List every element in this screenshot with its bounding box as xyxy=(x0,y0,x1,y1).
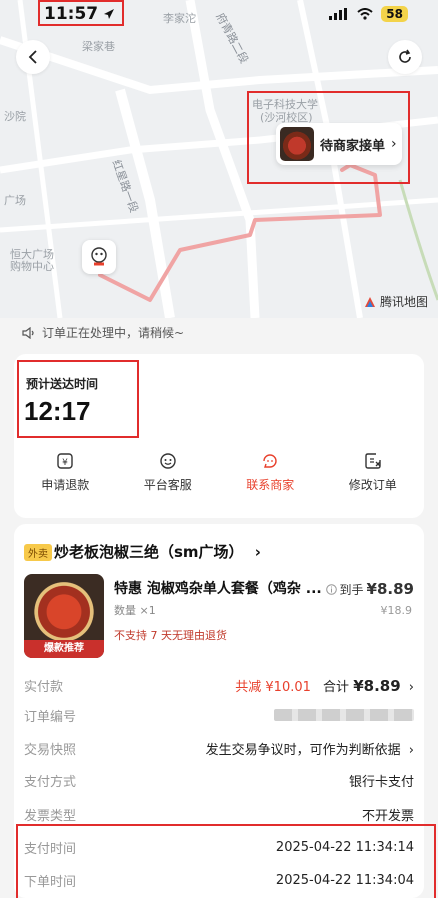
order-actions: ¥ 申请退款 平台客服 联系商家 修改订单 xyxy=(14,452,424,504)
processing-notice: 订单正在处理中，请稍候~ xyxy=(22,324,184,341)
action-label: 联系商家 xyxy=(246,478,295,492)
food-image[interactable]: 爆款推荐 xyxy=(24,574,104,658)
action-label: 平台客服 xyxy=(143,478,192,492)
total-label: 合计 xyxy=(323,679,350,695)
chevron-right-icon: › xyxy=(408,742,414,758)
discount-amount: 共减 ¥10.01 xyxy=(235,679,311,695)
highlight-box-times xyxy=(16,824,436,898)
total-amount: ¥8.89 xyxy=(353,676,401,695)
highlight-box-time xyxy=(38,0,124,26)
paid-amount: 到手 ¥8.89 xyxy=(325,580,414,598)
refund-icon: ¥ xyxy=(57,453,73,469)
highlight-box-eta xyxy=(17,360,139,438)
row-label: 订单编号 xyxy=(24,709,77,725)
svg-text:¥: ¥ xyxy=(62,458,68,468)
highlight-box-merchant xyxy=(247,91,410,184)
wifi-icon xyxy=(357,8,373,20)
invoice-type-row: 发票类型 不开发票 xyxy=(24,803,414,825)
tencent-map-icon xyxy=(364,296,375,307)
edit-order-button[interactable]: 修改订单 xyxy=(322,452,425,504)
info-icon xyxy=(325,583,337,595)
row-value: 发生交易争议时，可作为判断依据 › xyxy=(206,739,414,758)
action-label: 修改订单 xyxy=(348,478,397,492)
battery-indicator: 58 xyxy=(381,6,408,22)
no-return-note: 不支持 7 天无理由退货 xyxy=(114,629,227,642)
order-number-row[interactable]: 订单编号 xyxy=(24,704,414,726)
chevron-right-icon: › xyxy=(408,679,414,695)
map-label: 购物中心 xyxy=(10,260,54,273)
refresh-button[interactable] xyxy=(388,40,422,74)
map-label: 沙院 xyxy=(4,110,26,123)
payment-method-row: 支付方式 银行卡支付 xyxy=(24,769,414,791)
snapshot-row[interactable]: 交易快照 发生交易争议时，可作为判断依据 › xyxy=(24,737,414,759)
map-provider-label: 腾讯地图 xyxy=(379,295,428,309)
back-arrow-icon xyxy=(28,50,37,64)
paid-label: 到手 xyxy=(339,582,364,597)
signal-icon xyxy=(329,8,348,20)
order-number-redacted xyxy=(274,709,414,721)
map-label: 广场 xyxy=(4,194,26,207)
food-title[interactable]: 特惠 泡椒鸡杂单人套餐（鸡杂 ... xyxy=(114,578,322,598)
speaker-icon xyxy=(22,326,34,339)
shop-name-link[interactable]: 炒老板泡椒三绝（sm广场） › xyxy=(54,541,261,562)
delivery-map[interactable]: 李家沱 梁家巷 电子科技大学 (沙河校区) 沙院 广场 恒大广场 购物中心 府青… xyxy=(0,0,438,318)
food-quantity: 数量 ×1 xyxy=(114,604,156,617)
row-label: 支付方式 xyxy=(24,774,77,790)
row-label: 发票类型 xyxy=(24,808,77,824)
rider-location-pin[interactable] xyxy=(82,240,116,274)
snapshot-text: 发生交易争议时，可作为判断依据 xyxy=(205,742,401,758)
status-bar: 11:57 58 xyxy=(0,0,438,28)
merchant-chat-icon xyxy=(263,454,277,468)
delivery-tag: 外卖 xyxy=(24,544,52,561)
status-icons: 58 xyxy=(329,6,408,22)
shop-name: 炒老板泡椒三绝（sm广场） xyxy=(54,543,244,561)
edit-order-icon xyxy=(365,453,381,469)
row-value: 共减 ¥10.01 合计 ¥8.89 › xyxy=(235,676,414,695)
map-label: 梁家巷 xyxy=(82,40,115,53)
back-button[interactable] xyxy=(16,40,50,74)
processing-note-text: 订单正在处理中，请稍候~ xyxy=(42,326,185,340)
customer-service-icon xyxy=(160,453,176,469)
chevron-right-icon: › xyxy=(254,543,261,561)
actual-payment-row[interactable]: 实付款 共减 ¥10.01 合计 ¥8.89 › xyxy=(24,674,414,696)
row-label: 实付款 xyxy=(24,679,64,695)
action-label: 申请退款 xyxy=(41,478,90,492)
paid-value: ¥8.89 xyxy=(366,580,414,598)
map-provider: 腾讯地图 xyxy=(363,293,428,310)
hot-pick-badge: 爆款推荐 xyxy=(24,640,104,658)
refresh-icon xyxy=(399,49,411,63)
original-price: ¥18.9 xyxy=(380,604,413,617)
row-label: 交易快照 xyxy=(24,742,77,758)
apply-refund-button[interactable]: ¥ 申请退款 xyxy=(14,452,117,504)
rider-icon xyxy=(91,247,107,266)
contact-merchant-button[interactable]: 联系商家 xyxy=(219,452,322,504)
platform-service-button[interactable]: 平台客服 xyxy=(117,452,220,504)
row-value: 不开发票 xyxy=(361,808,414,824)
row-value: 银行卡支付 xyxy=(348,774,414,790)
